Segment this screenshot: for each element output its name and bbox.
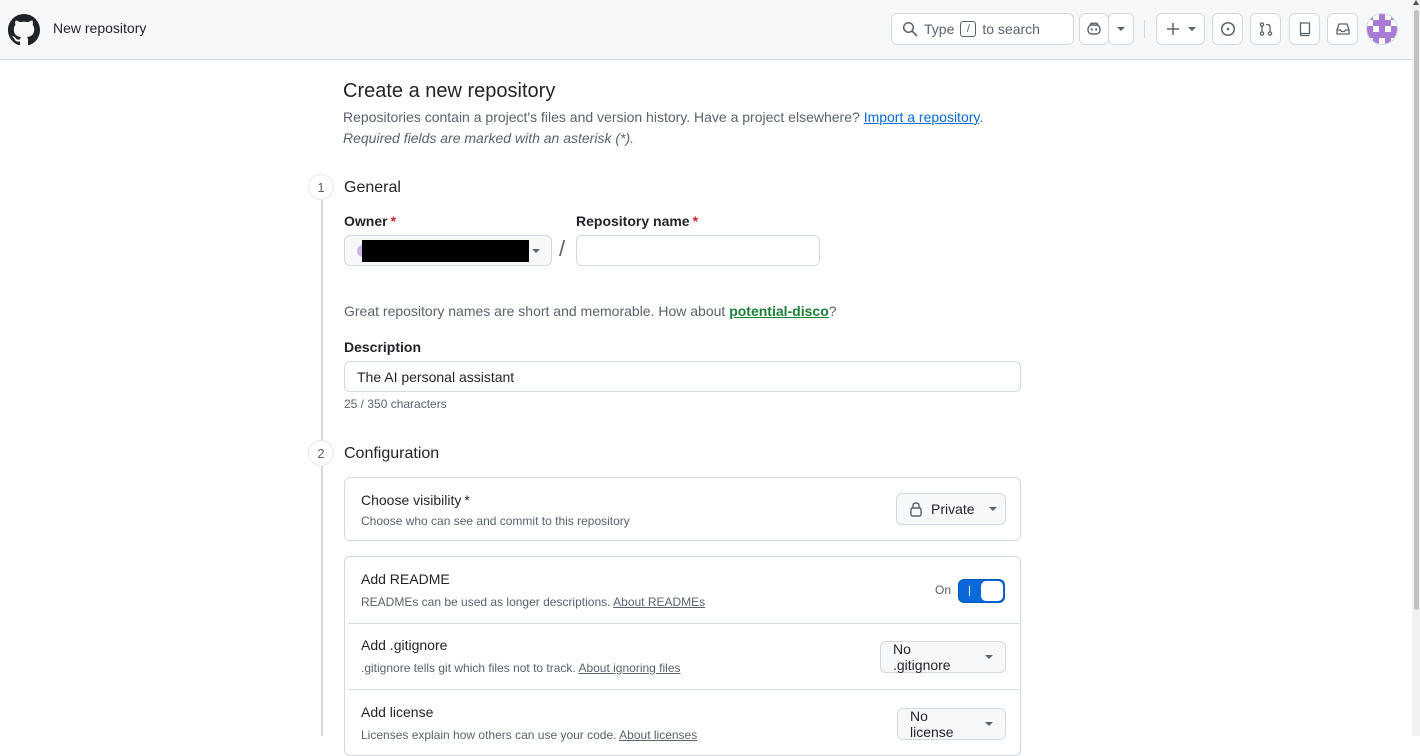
search-icon [902, 21, 918, 37]
about-licenses-link[interactable]: About licenses [619, 728, 697, 742]
issue-opened-icon [1220, 21, 1236, 37]
required-asterisk: * [390, 213, 397, 229]
row-divider [348, 623, 1019, 624]
chevron-down-icon [985, 655, 993, 659]
app-header: New repository Type / to search [0, 0, 1412, 60]
search-placeholder-before: Type [924, 21, 955, 37]
owner-repo-separator: / [559, 236, 566, 261]
inbox-button[interactable] [1327, 13, 1358, 45]
user-avatar[interactable] [1366, 13, 1398, 45]
chevron-down-icon [985, 722, 993, 726]
row-divider [348, 689, 1019, 690]
license-description-text: Licenses explain how others can use your… [361, 728, 617, 742]
readme-title: Add README [361, 571, 450, 587]
scroll-up-arrow-icon[interactable] [1413, 0, 1419, 5]
copilot-menu-button[interactable] [1108, 13, 1134, 45]
repository-name-label: Repository name * [576, 213, 698, 229]
about-ignoring-files-link[interactable]: About ignoring files [578, 661, 680, 675]
create-new-button[interactable] [1156, 13, 1205, 45]
search-placeholder-after: to search [982, 21, 1040, 37]
license-description: Licenses explain how others can use your… [361, 728, 697, 742]
visibility-title-text: Choose visibility [361, 492, 462, 508]
owner-label-text: Owner [344, 213, 388, 229]
license-select-button[interactable]: No license [897, 708, 1006, 740]
chevron-down-icon [1187, 27, 1196, 31]
required-asterisk: * [464, 492, 470, 508]
readme-description-text: READMEs can be used as longer descriptio… [361, 595, 611, 609]
visibility-selected-value: Private [931, 501, 975, 517]
chevron-down-icon [532, 249, 540, 253]
owner-select[interactable] [344, 235, 552, 266]
readme-description: READMEs can be used as longer descriptio… [361, 595, 705, 609]
repository-options-card: Add README READMEs can be used as longer… [344, 556, 1021, 756]
gitignore-select-button[interactable]: No .gitignore [880, 641, 1006, 673]
search-shortcut-key: / [960, 21, 977, 37]
toggle-knob [981, 581, 1003, 601]
import-repository-link[interactable]: Import a repository [864, 109, 980, 125]
page-title: Create a new repository [343, 80, 556, 102]
description-input[interactable]: The AI personal assistant [344, 361, 1021, 392]
owner-name-redacted [362, 240, 529, 262]
search-input[interactable]: Type / to search [891, 13, 1074, 45]
hint-end: ? [828, 303, 837, 319]
inbox-icon [1335, 21, 1351, 37]
page-subtitle-text: Repositories contain a project's files a… [343, 109, 860, 125]
chevron-down-icon [1117, 27, 1125, 31]
readme-toggle-label: On [935, 583, 952, 597]
repository-name-label-text: Repository name [576, 213, 690, 229]
repositories-button[interactable] [1289, 13, 1320, 45]
toggle-on-indicator-icon [969, 586, 970, 596]
github-logo-icon[interactable] [8, 14, 40, 46]
header-title[interactable]: New repository [53, 20, 146, 36]
copilot-icon [1086, 21, 1102, 37]
page-scrollbar-thumb[interactable] [1414, 10, 1419, 610]
gitignore-description: .gitignore tells git which files not to … [361, 661, 681, 675]
visibility-description: Choose who can see and commit to this re… [361, 514, 630, 528]
visibility-title: Choose visibility * [361, 492, 470, 508]
section-title-general: General [344, 179, 401, 196]
suggested-name-link[interactable]: potential-disco [729, 303, 829, 319]
required-asterisk: * [692, 213, 699, 229]
step-number-configuration: 2 [308, 440, 334, 466]
step-number-general: 1 [308, 174, 334, 200]
visibility-select-button[interactable]: Private [896, 493, 1006, 525]
plus-icon [1166, 22, 1180, 36]
description-char-count: 25 / 350 characters [344, 397, 447, 411]
section-title-configuration: Configuration [344, 445, 440, 462]
license-title: Add license [361, 704, 434, 720]
required-fields-note: Required fields are marked with an aster… [343, 130, 635, 146]
description-label: Description [344, 339, 422, 355]
repository-name-input[interactable] [576, 235, 820, 266]
gitignore-title: Add .gitignore [361, 637, 448, 653]
license-selected-value: No license [910, 708, 954, 740]
gitignore-selected-value: No .gitignore [893, 641, 951, 673]
hint-text: Great repository names are short and mem… [344, 303, 726, 319]
steps-timeline [321, 196, 323, 736]
about-readmes-link[interactable]: About READMEs [613, 595, 705, 609]
chevron-down-icon [988, 507, 997, 511]
visibility-card: Choose visibility * Choose who can see an… [344, 477, 1021, 541]
owner-label: Owner * [344, 213, 396, 229]
copilot-button[interactable] [1079, 13, 1109, 45]
lock-icon [909, 501, 923, 517]
gitignore-description-text: .gitignore tells git which files not to … [361, 661, 576, 675]
header-divider [1144, 20, 1145, 38]
issues-button[interactable] [1212, 13, 1243, 45]
repository-name-hint: Great repository names are short and mem… [344, 303, 837, 319]
page-subtitle: Repositories contain a project's files a… [343, 109, 983, 125]
pull-requests-button[interactable] [1250, 13, 1281, 45]
repo-icon [1297, 21, 1313, 37]
readme-toggle-switch[interactable] [958, 579, 1005, 603]
page-subtitle-end: . [979, 109, 984, 125]
git-pull-request-icon [1258, 21, 1274, 37]
